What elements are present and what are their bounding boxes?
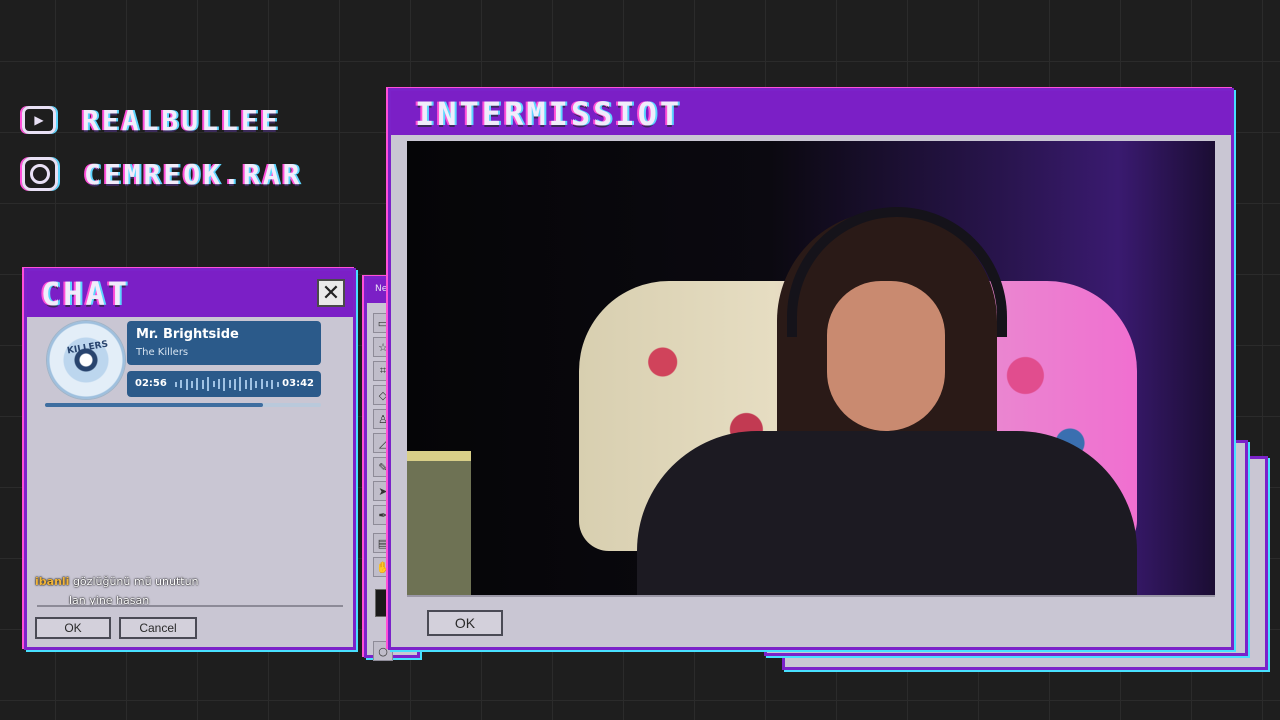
song-artist: The Killers — [136, 347, 189, 358]
headset — [787, 207, 1007, 337]
chat-message: ibanli gözlüğünü mü unuttun — [35, 575, 199, 588]
chat-title: CHAT — [41, 275, 131, 313]
now-playing-card: Mr. Brightside The Killers — [127, 321, 321, 365]
ok-button[interactable]: OK — [427, 610, 503, 636]
chat-divider — [37, 605, 343, 607]
cd-label: KILLERS — [66, 339, 109, 357]
playback-time-card: 02:56 03:42 — [127, 371, 321, 397]
box-prop — [407, 451, 471, 595]
album-cd-icon: KILLERS — [47, 321, 125, 399]
playback-progress-fill — [45, 403, 264, 407]
chat-ok-button[interactable]: OK — [35, 617, 111, 639]
waveform-icon — [175, 377, 279, 391]
main-window-titlebar: INTERMISSIOT — [391, 91, 1231, 135]
tool-window-title: Ne — [375, 284, 388, 294]
song-title: Mr. Brightside — [136, 327, 239, 342]
youtube-handle: REALBULLEE — [82, 103, 281, 137]
main-window: INTERMISSIOT OK — [388, 88, 1234, 650]
chat-window: CHAT ✕ KILLERS Mr. Brightside The Killer… — [24, 268, 356, 650]
webcam-video — [407, 141, 1215, 597]
streamer-body — [637, 431, 1137, 595]
instagram-icon — [22, 157, 58, 191]
chat-username: ibanli — [35, 575, 70, 588]
youtube-icon: ▶ — [22, 106, 56, 134]
youtube-handle-row: ▶ REALBULLEE — [22, 100, 281, 140]
elapsed-time: 02:56 — [135, 378, 167, 389]
instagram-handle-row: CEMREOK.RAR — [22, 154, 302, 194]
total-time: 03:42 — [282, 378, 314, 389]
main-window-title: INTERMISSIOT — [415, 95, 683, 133]
instagram-handle: CEMREOK.RAR — [84, 157, 303, 191]
chat-titlebar: CHAT ✕ — [27, 271, 353, 317]
playback-progress[interactable] — [45, 403, 321, 407]
close-icon[interactable]: ✕ — [317, 279, 345, 307]
chat-text: gözlüğünü mü unuttun — [72, 575, 199, 588]
chat-cancel-button[interactable]: Cancel — [119, 617, 197, 639]
